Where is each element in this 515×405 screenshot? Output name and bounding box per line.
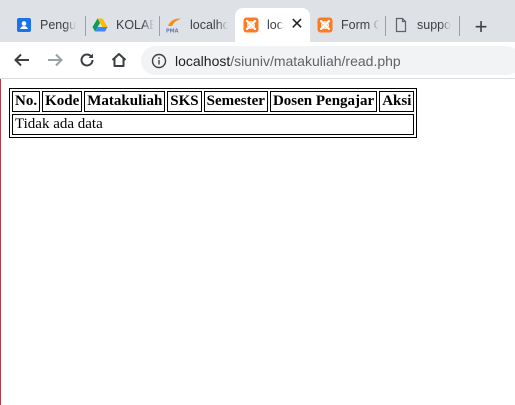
xampp-icon (317, 17, 333, 33)
column-header-sks: SKS (167, 91, 202, 112)
tab-phpmyadmin[interactable]: PMA localho (166, 8, 228, 42)
address-bar[interactable]: localhost/siuniv/matakuliah/read.php (141, 46, 515, 75)
page-content: No. Kode Matakuliah SKS Semester Dosen P… (9, 88, 418, 138)
url-host: localhost (175, 52, 231, 69)
tab-separator (459, 16, 460, 36)
matakuliah-table: No. Kode Matakuliah SKS Semester Dosen P… (9, 88, 418, 138)
tab-title: suppo (417, 18, 451, 32)
tab-contacts[interactable]: Pengu (16, 8, 82, 42)
google-drive-icon (92, 17, 108, 33)
column-header-dosen-pengajar: Dosen Pengajar (269, 91, 378, 112)
table-header-row: No. Kode Matakuliah SKS Semester Dosen P… (12, 91, 415, 112)
xampp-icon (243, 17, 259, 33)
tab-title: localho (190, 18, 228, 32)
phpmyadmin-icon: PMA (166, 17, 182, 33)
tab-title: Form C (341, 18, 379, 32)
tab-title: loc (267, 18, 283, 32)
tab-separator (159, 16, 160, 36)
forward-button[interactable] (43, 48, 67, 72)
empty-message: Tidak ada data (12, 114, 415, 135)
column-header-no: No. (12, 91, 41, 112)
contacts-icon (16, 17, 32, 33)
tab-strip: Pengu KOLAB PMA localho loc ✕ Form C sup… (0, 0, 515, 42)
url-path: /siuniv/matakuliah/read.php (230, 52, 401, 69)
column-header-semester: Semester (203, 91, 268, 112)
tab-support[interactable]: suppo (393, 8, 451, 42)
column-header-kode: Kode (42, 91, 83, 112)
tab-drive[interactable]: KOLAB (92, 8, 154, 42)
tab-separator (385, 16, 386, 36)
back-button[interactable] (10, 48, 34, 72)
browser-toolbar: localhost/siuniv/matakuliah/read.php (0, 42, 515, 79)
page-icon (393, 17, 409, 33)
home-button[interactable] (107, 48, 131, 72)
table-row: Tidak ada data (12, 114, 415, 135)
svg-text:PMA: PMA (166, 29, 179, 34)
tab-title: Pengu (40, 18, 77, 32)
info-icon[interactable] (151, 53, 167, 69)
close-tab-icon[interactable]: ✕ (289, 17, 305, 33)
reload-button[interactable] (75, 48, 99, 72)
new-tab-button[interactable]: + (467, 13, 495, 41)
tab-separator (85, 16, 86, 36)
home-icon (111, 53, 127, 67)
forward-arrow-icon (48, 53, 63, 67)
back-arrow-icon (14, 53, 29, 67)
reload-icon (80, 53, 94, 67)
tab-title: KOLAB (116, 18, 154, 32)
url-text: localhost/siuniv/matakuliah/read.php (175, 53, 401, 69)
tab-active-localhost[interactable]: loc ✕ (235, 8, 310, 42)
tab-form[interactable]: Form C (317, 8, 379, 42)
column-header-matakuliah: Matakuliah (84, 91, 166, 112)
column-header-aksi: Aksi (379, 91, 415, 112)
